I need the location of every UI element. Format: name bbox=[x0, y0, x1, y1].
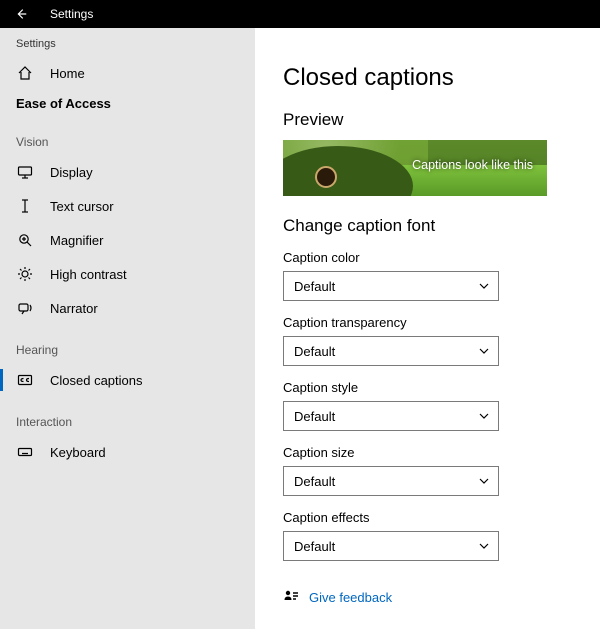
magnifier-icon bbox=[16, 231, 34, 249]
nav-item-label: Text cursor bbox=[50, 199, 114, 214]
home-icon bbox=[16, 64, 34, 82]
give-feedback-link[interactable]: Give feedback bbox=[309, 590, 392, 605]
nav-item-label: Magnifier bbox=[50, 233, 103, 248]
chevron-down-icon bbox=[478, 280, 490, 292]
group-interaction: Interaction bbox=[0, 397, 255, 435]
caption-transparency-label: Caption transparency bbox=[283, 315, 572, 330]
nav-closed-captions[interactable]: Closed captions bbox=[0, 363, 255, 397]
chevron-down-icon bbox=[478, 345, 490, 357]
nav-item-label: Closed captions bbox=[50, 373, 143, 388]
closed-captions-icon bbox=[16, 371, 34, 389]
caption-style-select[interactable]: Default bbox=[283, 401, 499, 431]
nav-item-label: Display bbox=[50, 165, 93, 180]
caption-size-select[interactable]: Default bbox=[283, 466, 499, 496]
nav-magnifier[interactable]: Magnifier bbox=[0, 223, 255, 257]
nav-item-label: High contrast bbox=[50, 267, 127, 282]
main-content: Closed captions Preview Captions look li… bbox=[255, 28, 600, 629]
caption-size-value: Default bbox=[294, 474, 335, 489]
nav-home[interactable]: Home bbox=[0, 56, 255, 90]
page-title: Closed captions bbox=[283, 64, 572, 92]
text-cursor-icon bbox=[16, 197, 34, 215]
caption-transparency-value: Default bbox=[294, 344, 335, 359]
chevron-down-icon bbox=[478, 475, 490, 487]
nav-display[interactable]: Display bbox=[0, 155, 255, 189]
titlebar: Settings bbox=[0, 0, 600, 28]
caption-effects-value: Default bbox=[294, 539, 335, 554]
nav-item-label: Narrator bbox=[50, 301, 98, 316]
caption-color-value: Default bbox=[294, 279, 335, 294]
narrator-icon bbox=[16, 299, 34, 317]
arrow-left-icon bbox=[14, 7, 28, 21]
nav-keyboard[interactable]: Keyboard bbox=[0, 435, 255, 469]
display-icon bbox=[16, 163, 34, 181]
caption-color-select[interactable]: Default bbox=[283, 271, 499, 301]
feedback-row: Give feedback bbox=[283, 589, 572, 605]
back-button[interactable] bbox=[0, 0, 42, 28]
nav-text-cursor[interactable]: Text cursor bbox=[0, 189, 255, 223]
feedback-icon bbox=[283, 589, 299, 605]
window-title: Settings bbox=[50, 7, 93, 21]
nav-narrator[interactable]: Narrator bbox=[0, 291, 255, 325]
caption-size-label: Caption size bbox=[283, 445, 572, 460]
high-contrast-icon bbox=[16, 265, 34, 283]
nav-item-label: Keyboard bbox=[50, 445, 106, 460]
preview-heading: Preview bbox=[283, 110, 572, 130]
caption-effects-label: Caption effects bbox=[283, 510, 572, 525]
caption-color-label: Caption color bbox=[283, 250, 572, 265]
caption-transparency-select[interactable]: Default bbox=[283, 336, 499, 366]
caption-preview: Captions look like this bbox=[283, 140, 547, 196]
sidebar: Settings Home Ease of Access Vision Disp… bbox=[0, 28, 255, 629]
chevron-down-icon bbox=[478, 410, 490, 422]
caption-effects-select[interactable]: Default bbox=[283, 531, 499, 561]
chevron-down-icon bbox=[478, 540, 490, 552]
keyboard-icon bbox=[16, 443, 34, 461]
nav-category: Ease of Access bbox=[0, 90, 255, 117]
preview-caption-text: Captions look like this bbox=[412, 158, 533, 172]
caption-style-label: Caption style bbox=[283, 380, 572, 395]
nav-home-label: Home bbox=[50, 66, 85, 81]
caption-style-value: Default bbox=[294, 409, 335, 424]
nav-high-contrast[interactable]: High contrast bbox=[0, 257, 255, 291]
group-vision: Vision bbox=[0, 117, 255, 155]
change-font-heading: Change caption font bbox=[283, 216, 572, 236]
breadcrumb: Settings bbox=[0, 36, 255, 56]
group-hearing: Hearing bbox=[0, 325, 255, 363]
